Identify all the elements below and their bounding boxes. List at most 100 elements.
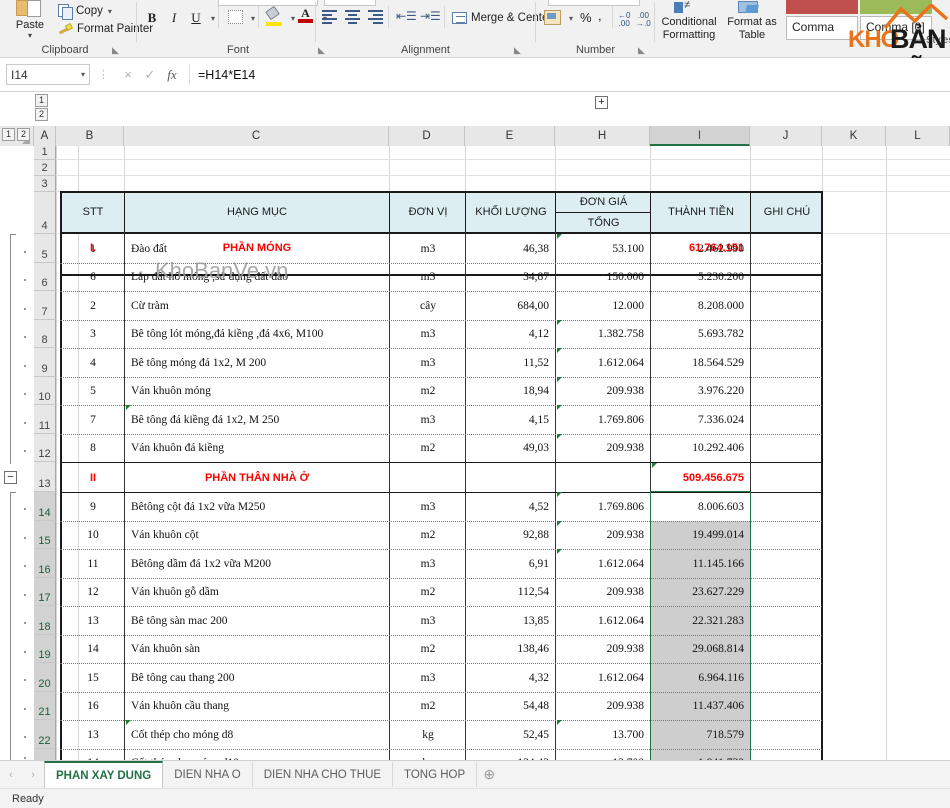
cell-unit-r5[interactable]: m3 (391, 234, 465, 263)
row-header-15[interactable]: 15 (34, 521, 56, 549)
cell-price-r6[interactable]: 150.000 (557, 263, 650, 291)
cell-qty-r14[interactable]: 4,52 (467, 492, 555, 521)
sheet-tab-dien-nha-cho-thue[interactable]: DIEN NHA CHO THUE (253, 762, 394, 787)
column-header-I[interactable]: I (650, 126, 750, 146)
cell-qty-r12[interactable]: 49,03 (467, 434, 555, 462)
chevron-down-icon[interactable]: ▾ (569, 14, 573, 23)
cell-qty-r20[interactable]: 4,32 (467, 663, 555, 692)
row-header-17[interactable]: 17 (34, 578, 56, 606)
cell-name-r23[interactable]: Cốt thép cho móng d10 (126, 749, 388, 760)
conditional-formatting-button[interactable]: Conditional Formatting (656, 16, 722, 42)
fill-color-icon[interactable] (265, 5, 282, 26)
cell-qty-r11[interactable]: 4,15 (467, 405, 555, 434)
cell-unit-r18[interactable]: m3 (391, 606, 465, 635)
column-outline-level-1[interactable]: 1 (35, 94, 48, 107)
format-as-table-button[interactable]: Format as Table (722, 16, 782, 42)
chevron-down-icon[interactable]: ▾ (108, 7, 112, 16)
cell-unit-r11[interactable]: m3 (391, 405, 465, 434)
align-left-button[interactable] (322, 10, 339, 24)
cell-total-r8[interactable]: 5.693.782 (652, 320, 750, 348)
cell-stt-r8[interactable]: 3 (62, 320, 124, 348)
cell-name-r11[interactable]: Bê tông đá kiềng đá 1x2, M 250 (126, 405, 388, 434)
number-dialog-launcher-icon[interactable]: ◣ (638, 45, 645, 56)
cell-qty-r15[interactable]: 92,88 (467, 521, 555, 549)
row-header-5[interactable]: 5 (34, 234, 56, 263)
cell-price-r14[interactable]: 1.769.806 (557, 492, 650, 521)
cell-stt-r19[interactable]: 14 (62, 635, 124, 663)
cell-price-r7[interactable]: 12.000 (557, 291, 650, 320)
cell-price-r20[interactable]: 1.612.064 (557, 663, 650, 692)
cell-stt-r17[interactable]: 12 (62, 578, 124, 606)
cell-unit-r16[interactable]: m3 (391, 549, 465, 578)
cell-name-r19[interactable]: Ván khuôn sàn (126, 635, 388, 663)
cell-unit-r14[interactable]: m3 (391, 492, 465, 521)
cell-qty-r7[interactable]: 684,00 (467, 291, 555, 320)
row-header-10[interactable]: 10 (34, 377, 56, 405)
cell-unit-r22[interactable]: kg (391, 720, 465, 749)
cell-unit-r21[interactable]: m2 (391, 692, 465, 720)
cell-name-r8[interactable]: Bê tông lót móng,đá kiềng ,đá 4x6, M100 (126, 320, 388, 348)
cell-stt-r14[interactable]: 9 (62, 492, 124, 521)
cell-stt-r10[interactable]: 5 (62, 377, 124, 405)
row-header-11[interactable]: 11 (34, 405, 56, 434)
cell-unit-r19[interactable]: m2 (391, 635, 465, 663)
increase-indent-button[interactable]: ⇥☰ (420, 9, 441, 23)
cell-price-r10[interactable]: 209.938 (557, 377, 650, 405)
row-header-2[interactable]: 2 (34, 160, 56, 176)
column-header-D[interactable]: D (389, 126, 465, 146)
cell-price-r19[interactable]: 209.938 (557, 635, 650, 663)
column-header-C[interactable]: C (124, 126, 389, 146)
row-header-6[interactable]: 6 (34, 263, 56, 291)
font-color-icon[interactable]: A (298, 7, 313, 25)
cell-price-r9[interactable]: 1.612.064 (557, 348, 650, 377)
cell-unit-r6[interactable]: m3 (391, 263, 465, 291)
row-outline-level-2[interactable]: 2 (17, 128, 30, 141)
cell-total-r10[interactable]: 3.976.220 (652, 377, 750, 405)
sheet-tab-dien-nha-o[interactable]: DIEN NHA O (163, 762, 253, 787)
cell-name-r21[interactable]: Ván khuôn cầu thang (126, 692, 388, 720)
formula-bar-handle[interactable]: ⋮ (98, 68, 109, 81)
cell-stt-r13[interactable]: II (62, 463, 124, 492)
cell-qty-r8[interactable]: 4,12 (467, 320, 555, 348)
cell-unit-r20[interactable]: m3 (391, 663, 465, 692)
cell-unit-r10[interactable]: m2 (391, 377, 465, 405)
italic-button[interactable]: I (164, 8, 184, 28)
grid-canvas[interactable]: STT HẠNG MỤC ĐƠN VỊ KHỐI LƯỢNG ĐƠN GIÁ T… (56, 146, 950, 760)
cell-stt-r12[interactable]: 8 (62, 434, 124, 462)
cell-price-r8[interactable]: 1.382.758 (557, 320, 650, 348)
cell-price-r23[interactable]: 13.700 (557, 749, 650, 760)
percent-style-button[interactable]: % (580, 10, 592, 26)
row-group-collapse-button[interactable]: − (4, 471, 17, 484)
column-header-B[interactable]: B (56, 126, 124, 146)
accounting-format-icon[interactable] (544, 10, 561, 25)
cell-price-r22[interactable]: 13.700 (557, 720, 650, 749)
cell-price-r5[interactable]: 53.100 (557, 234, 650, 263)
row-header-18[interactable]: 18 (34, 606, 56, 635)
align-center-button[interactable] (344, 10, 361, 24)
cell-unit-r8[interactable]: m3 (391, 320, 465, 348)
copy-button[interactable]: Copy ▾ (58, 4, 112, 20)
style-swatch-green[interactable] (860, 0, 932, 14)
next-sheet-button[interactable]: › (22, 769, 44, 781)
style-comma[interactable]: Comma (786, 16, 858, 40)
cell-name-r7[interactable]: Cừ tràm (126, 291, 388, 320)
alignment-dialog-launcher-icon[interactable]: ◣ (514, 45, 521, 56)
increase-decimal-button[interactable]: ←0.00 (618, 12, 630, 28)
cell-name-r14[interactable]: Bêtông cột đá 1x2 vữa M250 (126, 492, 388, 521)
sheet-tab-phan-xay-dung[interactable]: PHAN XAY DUNG (44, 760, 164, 789)
cell-total-r7[interactable]: 8.208.000 (652, 291, 750, 320)
row-header-22[interactable]: 22 (34, 720, 56, 749)
cell-total-r9[interactable]: 18.564.529 (652, 348, 750, 377)
cell-unit-r17[interactable]: m2 (391, 578, 465, 606)
cell-qty-r19[interactable]: 138,46 (467, 635, 555, 663)
confirm-formula-icon[interactable]: ✓ (139, 67, 161, 83)
cell-qty-r17[interactable]: 112,54 (467, 578, 555, 606)
cell-qty-r16[interactable]: 6,91 (467, 549, 555, 578)
cell-qty-r6[interactable]: 34,87 (467, 263, 555, 291)
row-header-4[interactable]: 4 (34, 192, 56, 234)
clipboard-dialog-launcher-icon[interactable]: ◣ (112, 45, 119, 56)
row-outline-level-1[interactable]: 1 (2, 128, 15, 141)
cell-price-r17[interactable]: 209.938 (557, 578, 650, 606)
cell-unit-r23[interactable]: kg (391, 749, 465, 760)
row-header-13[interactable]: 13 (34, 462, 56, 492)
